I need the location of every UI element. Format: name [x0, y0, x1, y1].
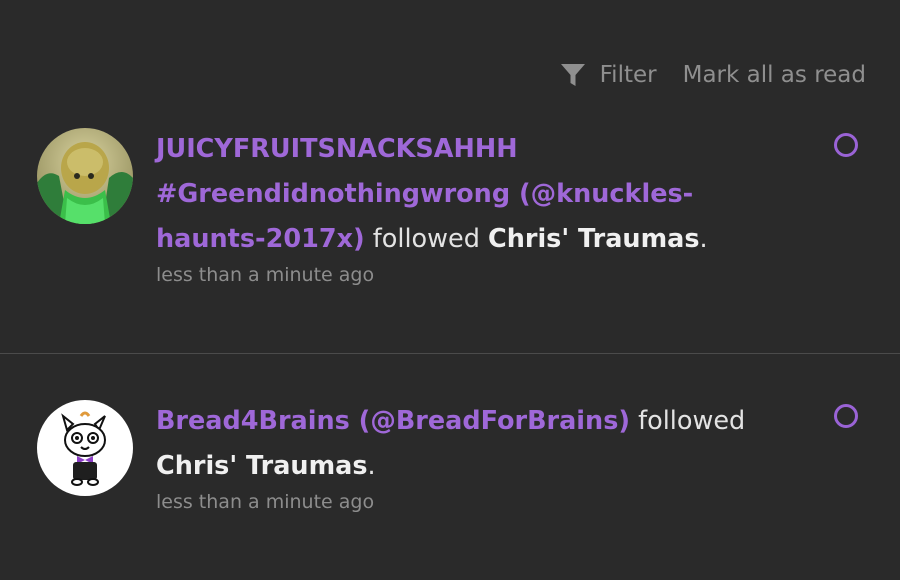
notification-content: Bread4Brains (@BreadForBrains) followed … — [156, 399, 776, 516]
blog-link[interactable]: Chris' Traumas — [488, 224, 700, 254]
punctuation: . — [367, 451, 376, 481]
notification-text: Bread4Brains (@BreadForBrains) followed … — [156, 399, 776, 489]
punctuation: . — [699, 224, 708, 254]
avatar[interactable] — [37, 128, 133, 224]
filter-button[interactable]: Filter — [560, 62, 657, 88]
divider — [0, 353, 900, 354]
notifications-page: Filter Mark all as read JUICYFRUITSNACKS… — [0, 0, 900, 580]
notification-text: JUICYFRUITSNACKSAHHH #Greendidnothingwro… — [156, 127, 776, 262]
notification-item: JUICYFRUITSNACKSAHHH #Greendidnothingwro… — [0, 118, 900, 354]
mark-all-read-button[interactable]: Mark all as read — [683, 62, 866, 88]
avatar[interactable] — [37, 400, 133, 496]
timestamp: less than a minute ago — [156, 264, 375, 286]
notification-content: JUICYFRUITSNACKSAHHH #Greendidnothingwro… — [156, 127, 776, 289]
filter-label: Filter — [599, 62, 657, 88]
unread-indicator[interactable] — [834, 404, 858, 428]
notifications-toolbar: Filter Mark all as read — [560, 58, 866, 92]
action-text: followed — [630, 406, 746, 436]
username-link[interactable]: Bread4Brains (@BreadForBrains) — [156, 406, 630, 436]
action-text: followed — [364, 224, 488, 254]
filter-icon — [560, 62, 586, 88]
timestamp: less than a minute ago — [156, 491, 375, 513]
notification-item: Bread4Brains (@BreadForBrains) followed … — [0, 355, 900, 580]
blog-link[interactable]: Chris' Traumas — [156, 451, 368, 481]
unread-indicator[interactable] — [834, 133, 858, 157]
